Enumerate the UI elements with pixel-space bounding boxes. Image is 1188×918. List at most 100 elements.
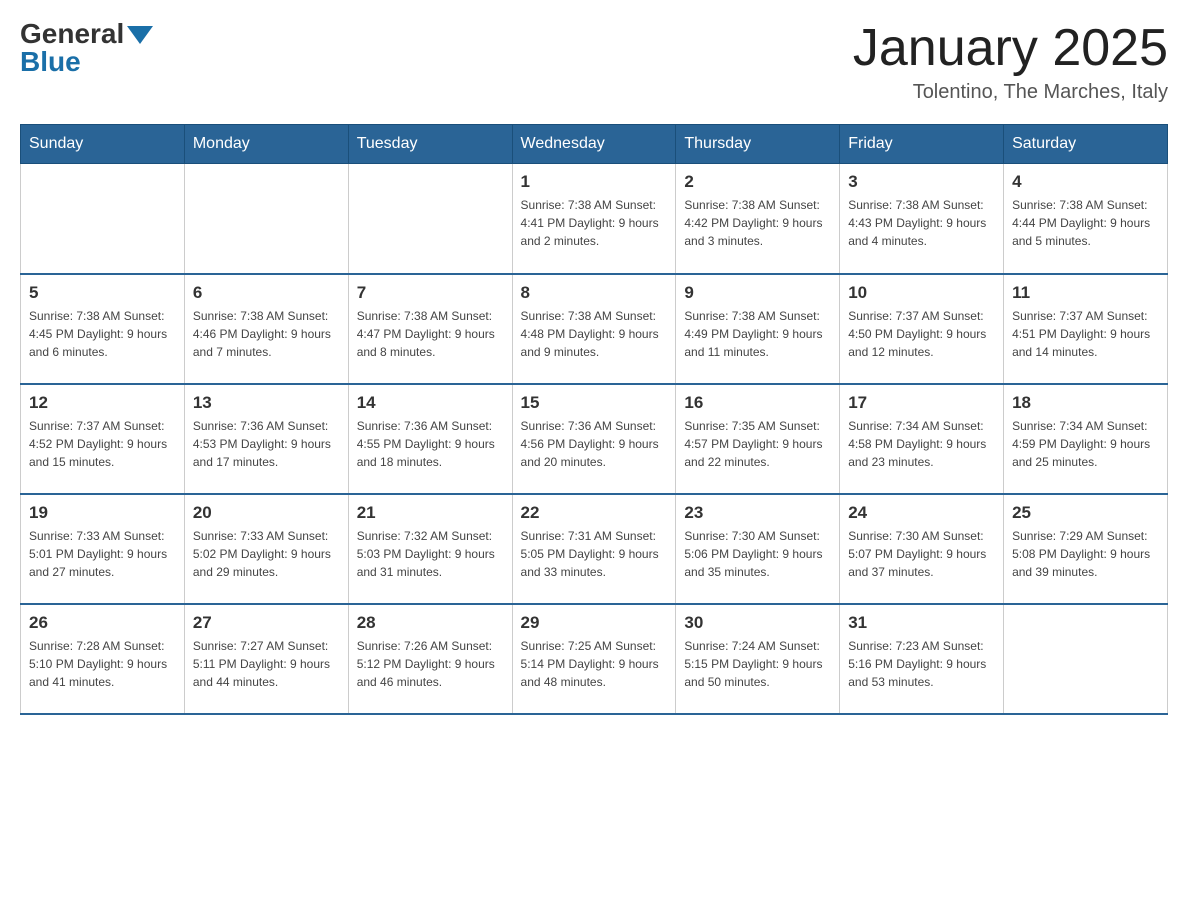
day-info: Sunrise: 7:33 AM Sunset: 5:01 PM Dayligh… <box>29 527 176 581</box>
day-info: Sunrise: 7:37 AM Sunset: 4:50 PM Dayligh… <box>848 307 995 361</box>
calendar-cell: 5Sunrise: 7:38 AM Sunset: 4:45 PM Daylig… <box>21 274 185 384</box>
day-number: 15 <box>521 393 668 413</box>
calendar-cell: 13 Sunrise: 7:36 AM Sunset: 4:53 PM Dayli… <box>184 384 348 494</box>
week-row-1: 1 Sunrise: 7:38 AM Sunset: 4:41 PM Daylig… <box>21 164 1168 274</box>
day-info: Sunrise: 7:38 AM Sunset: 4:43 PM Dayligh… <box>848 196 995 250</box>
calendar-cell: 19 Sunrise: 7:33 AM Sunset: 5:01 PM Dayli… <box>21 494 185 604</box>
calendar-cell: 25 Sunrise: 7:29 AM Sunset: 5:08 PM Dayli… <box>1004 494 1168 604</box>
day-info: Sunrise: 7:38 AM Sunset: 4:46 PM Dayligh… <box>193 307 340 361</box>
header-saturday: Saturday <box>1004 125 1168 164</box>
calendar-cell: 23 Sunrise: 7:30 AM Sunset: 5:06 PM Dayli… <box>676 494 840 604</box>
day-number: 9 <box>684 283 831 303</box>
day-info: Sunrise: 7:33 AM Sunset: 5:02 PM Dayligh… <box>193 527 340 581</box>
calendar-cell: 18 Sunrise: 7:34 AM Sunset: 4:59 PM Dayli… <box>1004 384 1168 494</box>
day-number: 28 <box>357 613 504 633</box>
day-number: 13 <box>193 393 340 413</box>
calendar-cell: 9 Sunrise: 7:38 AM Sunset: 4:49 PM Daylig… <box>676 274 840 384</box>
header-friday: Friday <box>840 125 1004 164</box>
calendar-cell: 8 Sunrise: 7:38 AM Sunset: 4:48 PM Daylig… <box>512 274 676 384</box>
day-info: Sunrise: 7:24 AM Sunset: 5:15 PM Dayligh… <box>684 637 831 691</box>
calendar-cell: 21Sunrise: 7:32 AM Sunset: 5:03 PM Dayli… <box>348 494 512 604</box>
day-info: Sunrise: 7:29 AM Sunset: 5:08 PM Dayligh… <box>1012 527 1159 581</box>
calendar-cell: 28 Sunrise: 7:26 AM Sunset: 5:12 PM Dayli… <box>348 604 512 714</box>
title-block: January 2025 Tolentino, The Marches, Ita… <box>853 20 1168 104</box>
calendar-cell: 27 Sunrise: 7:27 AM Sunset: 5:11 PM Dayli… <box>184 604 348 714</box>
calendar-cell: 16 Sunrise: 7:35 AM Sunset: 4:57 PM Dayli… <box>676 384 840 494</box>
day-info: Sunrise: 7:35 AM Sunset: 4:57 PM Dayligh… <box>684 417 831 471</box>
calendar-cell: 1 Sunrise: 7:38 AM Sunset: 4:41 PM Daylig… <box>512 164 676 274</box>
day-info: Sunrise: 7:30 AM Sunset: 5:07 PM Dayligh… <box>848 527 995 581</box>
day-number: 2 <box>684 172 831 192</box>
day-info: Sunrise: 7:38 AM Sunset: 4:41 PM Dayligh… <box>521 196 668 250</box>
week-row-5: 26Sunrise: 7:28 AM Sunset: 5:10 PM Dayli… <box>21 604 1168 714</box>
day-number: 24 <box>848 503 995 523</box>
header-wednesday: Wednesday <box>512 125 676 164</box>
header-sunday: Sunday <box>21 125 185 164</box>
day-info: Sunrise: 7:38 AM Sunset: 4:42 PM Dayligh… <box>684 196 831 250</box>
day-info: Sunrise: 7:38 AM Sunset: 4:48 PM Dayligh… <box>521 307 668 361</box>
week-row-3: 12Sunrise: 7:37 AM Sunset: 4:52 PM Dayli… <box>21 384 1168 494</box>
day-info: Sunrise: 7:37 AM Sunset: 4:51 PM Dayligh… <box>1012 307 1159 361</box>
header-monday: Monday <box>184 125 348 164</box>
calendar-cell: 3Sunrise: 7:38 AM Sunset: 4:43 PM Daylig… <box>840 164 1004 274</box>
day-number: 29 <box>521 613 668 633</box>
day-info: Sunrise: 7:27 AM Sunset: 5:11 PM Dayligh… <box>193 637 340 691</box>
day-info: Sunrise: 7:36 AM Sunset: 4:56 PM Dayligh… <box>521 417 668 471</box>
calendar-cell: 14Sunrise: 7:36 AM Sunset: 4:55 PM Dayli… <box>348 384 512 494</box>
day-info: Sunrise: 7:30 AM Sunset: 5:06 PM Dayligh… <box>684 527 831 581</box>
day-number: 10 <box>848 283 995 303</box>
day-number: 26 <box>29 613 176 633</box>
day-info: Sunrise: 7:38 AM Sunset: 4:45 PM Dayligh… <box>29 307 176 361</box>
day-info: Sunrise: 7:36 AM Sunset: 4:55 PM Dayligh… <box>357 417 504 471</box>
day-info: Sunrise: 7:36 AM Sunset: 4:53 PM Dayligh… <box>193 417 340 471</box>
day-number: 30 <box>684 613 831 633</box>
calendar-cell: 11 Sunrise: 7:37 AM Sunset: 4:51 PM Dayli… <box>1004 274 1168 384</box>
day-info: Sunrise: 7:34 AM Sunset: 4:58 PM Dayligh… <box>848 417 995 471</box>
day-number: 22 <box>521 503 668 523</box>
day-info: Sunrise: 7:34 AM Sunset: 4:59 PM Dayligh… <box>1012 417 1159 471</box>
day-number: 17 <box>848 393 995 413</box>
day-info: Sunrise: 7:26 AM Sunset: 5:12 PM Dayligh… <box>357 637 504 691</box>
calendar-cell <box>184 164 348 274</box>
day-number: 12 <box>29 393 176 413</box>
calendar-cell: 26Sunrise: 7:28 AM Sunset: 5:10 PM Dayli… <box>21 604 185 714</box>
day-number: 18 <box>1012 393 1159 413</box>
week-row-2: 5Sunrise: 7:38 AM Sunset: 4:45 PM Daylig… <box>21 274 1168 384</box>
week-row-4: 19 Sunrise: 7:33 AM Sunset: 5:01 PM Dayli… <box>21 494 1168 604</box>
calendar-cell: 20 Sunrise: 7:33 AM Sunset: 5:02 PM Dayli… <box>184 494 348 604</box>
day-number: 11 <box>1012 283 1159 303</box>
location-text: Tolentino, The Marches, Italy <box>853 81 1168 104</box>
day-number: 1 <box>521 172 668 192</box>
header-thursday: Thursday <box>676 125 840 164</box>
calendar-header-row: SundayMondayTuesdayWednesdayThursdayFrid… <box>21 125 1168 164</box>
calendar-cell: 17 Sunrise: 7:34 AM Sunset: 4:58 PM Dayli… <box>840 384 1004 494</box>
logo-general-text: General <box>20 20 124 48</box>
calendar-cell: 31Sunrise: 7:23 AM Sunset: 5:16 PM Dayli… <box>840 604 1004 714</box>
day-info: Sunrise: 7:38 AM Sunset: 4:49 PM Dayligh… <box>684 307 831 361</box>
logo-blue-text: Blue <box>20 48 81 76</box>
day-number: 31 <box>848 613 995 633</box>
page-header: General Blue January 2025 Tolentino, The… <box>20 20 1168 104</box>
day-info: Sunrise: 7:38 AM Sunset: 4:44 PM Dayligh… <box>1012 196 1159 250</box>
calendar-cell <box>348 164 512 274</box>
day-number: 25 <box>1012 503 1159 523</box>
day-number: 20 <box>193 503 340 523</box>
calendar-cell: 15 Sunrise: 7:36 AM Sunset: 4:56 PM Dayli… <box>512 384 676 494</box>
day-number: 8 <box>521 283 668 303</box>
day-number: 16 <box>684 393 831 413</box>
day-info: Sunrise: 7:31 AM Sunset: 5:05 PM Dayligh… <box>521 527 668 581</box>
day-info: Sunrise: 7:38 AM Sunset: 4:47 PM Dayligh… <box>357 307 504 361</box>
header-tuesday: Tuesday <box>348 125 512 164</box>
calendar-cell: 10 Sunrise: 7:37 AM Sunset: 4:50 PM Dayli… <box>840 274 1004 384</box>
day-number: 27 <box>193 613 340 633</box>
calendar-cell: 29Sunrise: 7:25 AM Sunset: 5:14 PM Dayli… <box>512 604 676 714</box>
calendar-cell: 7Sunrise: 7:38 AM Sunset: 4:47 PM Daylig… <box>348 274 512 384</box>
day-number: 6 <box>193 283 340 303</box>
day-number: 19 <box>29 503 176 523</box>
calendar-cell: 30 Sunrise: 7:24 AM Sunset: 5:15 PM Dayli… <box>676 604 840 714</box>
day-number: 21 <box>357 503 504 523</box>
day-number: 4 <box>1012 172 1159 192</box>
day-number: 23 <box>684 503 831 523</box>
calendar-cell: 4 Sunrise: 7:38 AM Sunset: 4:44 PM Daylig… <box>1004 164 1168 274</box>
calendar-cell <box>21 164 185 274</box>
